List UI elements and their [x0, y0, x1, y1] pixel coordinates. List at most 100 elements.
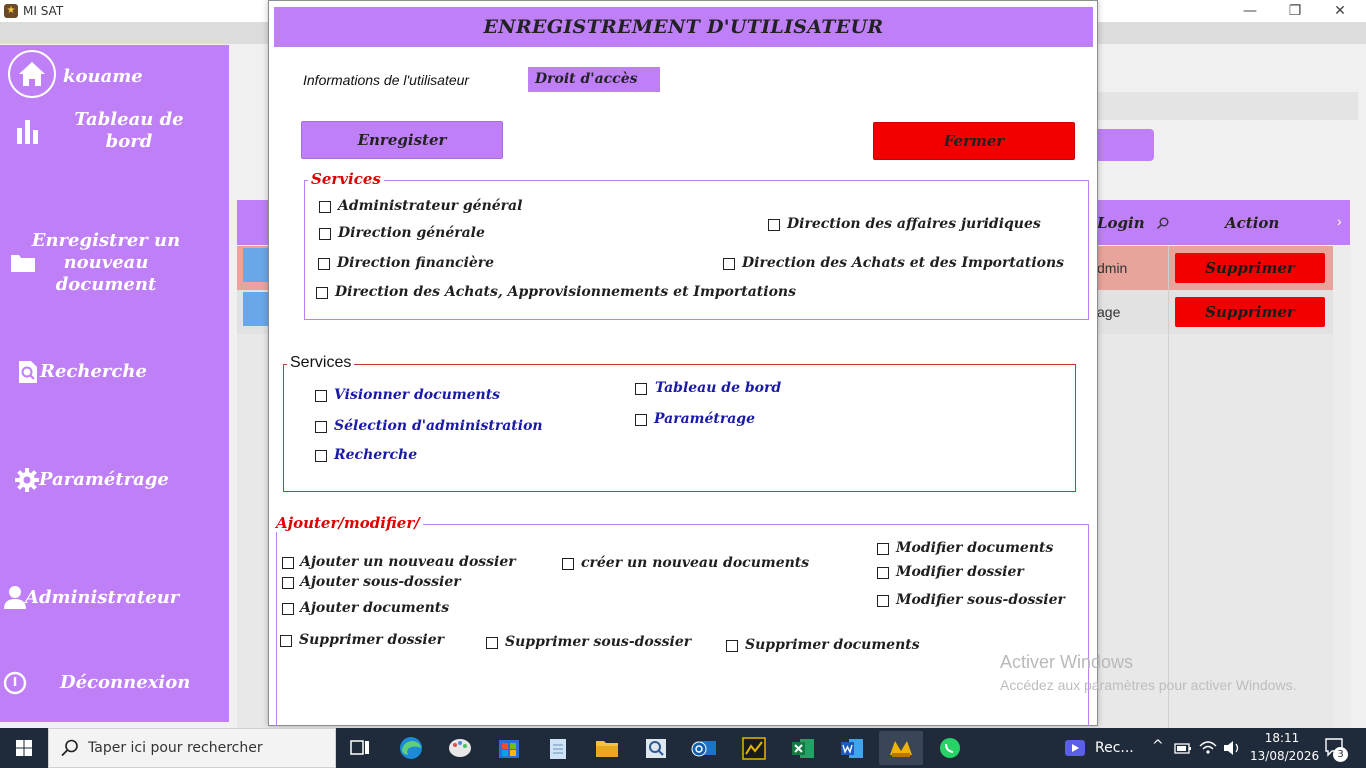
sidebar-item-search-label[interactable]: Recherche: [40, 361, 147, 382]
column-header-login[interactable]: Login: [1097, 214, 1145, 232]
checkbox-label[interactable]: Direction des affaires juridiques: [787, 216, 1041, 232]
restore-button[interactable]: ❐: [1275, 2, 1315, 20]
save-button[interactable]: Enregister: [301, 121, 503, 159]
sidebar-label-line: Enregistrer un: [31, 230, 181, 251]
checkbox[interactable]: [280, 635, 292, 647]
minimize-button[interactable]: —: [1230, 2, 1270, 20]
row-selector[interactable]: [243, 292, 268, 326]
checkbox-label[interactable]: Sélection d'administration: [334, 418, 543, 434]
checkbox[interactable]: [635, 414, 647, 426]
checkbox-label[interactable]: Direction financière: [337, 255, 494, 271]
checkbox[interactable]: [877, 567, 889, 579]
checkbox[interactable]: [768, 219, 780, 231]
checkbox[interactable]: [723, 258, 735, 270]
checkbox-label[interactable]: Ajouter documents: [300, 600, 449, 616]
checkbox-label[interactable]: Modifier sous-dossier: [896, 592, 1065, 608]
tab-user-info[interactable]: Informations de l'utilisateur: [303, 72, 469, 88]
checkbox[interactable]: [315, 450, 327, 462]
sidebar-item-search[interactable]: [17, 359, 39, 390]
checkbox[interactable]: [316, 287, 328, 299]
checkbox-label[interactable]: Recherche: [334, 447, 417, 463]
checkbox[interactable]: [319, 201, 331, 213]
checkbox-label[interactable]: Direction générale: [338, 225, 485, 241]
battery-icon[interactable]: [1174, 740, 1192, 756]
checkbox-label[interactable]: Ajouter un nouveau dossier: [300, 554, 516, 570]
taskbar-app-outlook[interactable]: [683, 731, 727, 765]
wifi-icon[interactable]: [1198, 738, 1218, 756]
taskbar-app-edge[interactable]: [389, 731, 433, 765]
close-window-button[interactable]: ✕: [1320, 2, 1360, 20]
sidebar-item-logout-label[interactable]: Déconnexion: [60, 672, 190, 693]
checkbox[interactable]: [318, 258, 330, 270]
checkbox[interactable]: [282, 577, 294, 589]
whatsapp-icon: [940, 738, 960, 758]
checkbox-label[interactable]: Paramétrage: [654, 411, 755, 427]
clock-time[interactable]: 18:11: [1262, 731, 1302, 745]
notification-badge[interactable]: 3: [1333, 747, 1348, 762]
checkbox[interactable]: [877, 543, 889, 555]
checkbox[interactable]: [635, 383, 647, 395]
taskbar-app-paint[interactable]: [438, 731, 482, 765]
notepad-icon: [550, 739, 566, 759]
taskbar-app-explorer[interactable]: [585, 731, 629, 765]
sidebar-item-new-document-label[interactable]: Enregistrer un nouveau document: [30, 230, 182, 295]
checkbox-label[interactable]: créer un nouveau documents: [581, 555, 809, 571]
background-button[interactable]: [1096, 129, 1154, 161]
checkbox-label[interactable]: Ajouter sous-dossier: [300, 574, 461, 590]
checkbox-label[interactable]: Direction des Achats et des Importations: [742, 255, 1064, 271]
sidebar-item-settings-label[interactable]: Paramétrage: [39, 469, 169, 490]
sidebar-item-dashboard-label[interactable]: Tableau de bord: [74, 109, 184, 152]
checkbox[interactable]: [877, 595, 889, 607]
windev-icon: [890, 741, 912, 757]
checkbox[interactable]: [486, 637, 498, 649]
checkbox[interactable]: [315, 390, 327, 402]
checkbox-label[interactable]: Modifier documents: [896, 540, 1053, 556]
checkbox-label[interactable]: Direction des Achats, Approvisionnements…: [335, 284, 796, 300]
checkbox[interactable]: [282, 557, 294, 569]
task-view-button[interactable]: [338, 731, 382, 765]
checkbox-label[interactable]: Modifier dossier: [896, 564, 1024, 580]
recorder-tray-item[interactable]: [1064, 738, 1086, 763]
start-button[interactable]: [0, 728, 48, 768]
checkbox-label[interactable]: Supprimer sous-dossier: [505, 634, 691, 650]
checkbox-label[interactable]: Supprimer documents: [745, 637, 920, 653]
taskbar-app-windev-active[interactable]: [879, 731, 923, 765]
recorder-label[interactable]: Rec...: [1095, 740, 1134, 756]
speaker-icon[interactable]: [1222, 739, 1242, 757]
taskbar-app-word[interactable]: [830, 731, 874, 765]
taskbar-app-windev[interactable]: [732, 731, 776, 765]
checkbox[interactable]: [315, 421, 327, 433]
tab-access-rights[interactable]: Droit d'accès: [528, 67, 660, 92]
sidebar-item-logout[interactable]: [3, 670, 29, 701]
taskbar-search-placeholder[interactable]: Taper ici pour rechercher: [88, 740, 263, 756]
checkbox[interactable]: [562, 558, 574, 570]
sidebar-item-settings[interactable]: [14, 467, 40, 498]
taskbar-app-magnifier[interactable]: [634, 731, 678, 765]
checkbox-label[interactable]: Supprimer dossier: [299, 632, 444, 648]
checkbox-label[interactable]: Visionner documents: [334, 387, 500, 403]
column-header-action[interactable]: Action: [1225, 214, 1279, 232]
checkbox[interactable]: [282, 603, 294, 615]
checkbox[interactable]: [319, 228, 331, 240]
background-search-bar[interactable]: [1096, 92, 1358, 120]
sidebar-label-line: bord: [105, 131, 153, 152]
checkbox-label[interactable]: Administrateur général: [338, 198, 522, 214]
taskbar-app-store[interactable]: [487, 731, 531, 765]
taskbar-app-whatsapp[interactable]: [928, 731, 972, 765]
sidebar-item-dashboard[interactable]: [14, 116, 44, 151]
clock-date[interactable]: 13/08/2026: [1250, 749, 1319, 763]
taskbar-app-excel[interactable]: [781, 731, 825, 765]
delete-button[interactable]: Supprimer: [1175, 253, 1325, 283]
checkbox-label[interactable]: Tableau de bord: [655, 380, 781, 396]
home-button[interactable]: [8, 50, 56, 98]
table-scrollbar[interactable]: [1333, 246, 1350, 728]
search-icon[interactable]: [1156, 216, 1170, 230]
row-selector[interactable]: [243, 248, 268, 282]
checkbox[interactable]: [726, 640, 738, 652]
taskbar-app-notepad[interactable]: [536, 731, 580, 765]
delete-button[interactable]: Supprimer: [1175, 297, 1325, 327]
chevron-right-icon[interactable]: ›: [1337, 213, 1342, 229]
sidebar-item-admin-label[interactable]: Administrateur: [25, 587, 179, 608]
close-button[interactable]: Fermer: [873, 122, 1075, 160]
chevron-up-icon[interactable]: ^: [1152, 738, 1164, 754]
